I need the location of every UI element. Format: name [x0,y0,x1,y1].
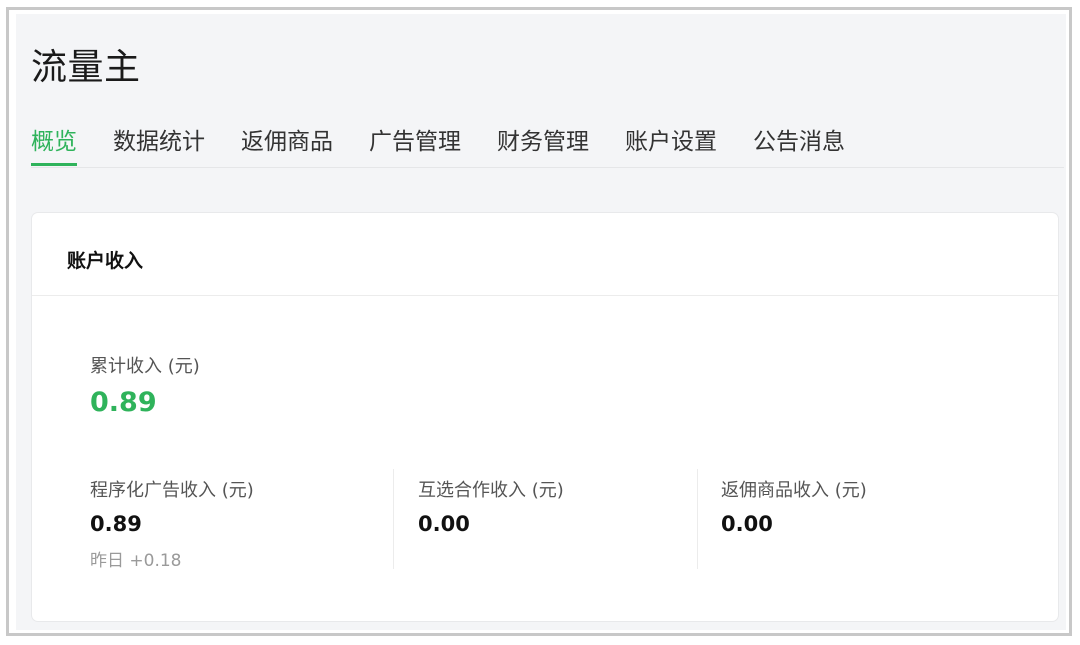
tab-ad-management[interactable]: 广告管理 [369,122,461,166]
tab-announcements-label: 公告消息 [753,129,845,155]
total-income-label: 累计收入 (元) [90,356,200,377]
tab-commission-products-label: 返佣商品 [241,129,333,155]
metric-label: 程序化广告收入 (元) [90,480,254,501]
tab-finance-management-label: 财务管理 [497,129,589,155]
tab-finance-management[interactable]: 财务管理 [497,122,589,166]
tab-overview[interactable]: 概览 [31,122,77,166]
metric-label: 互选合作收入 (元) [418,480,564,501]
metric-divider [393,469,394,569]
card-header: 账户收入 [32,213,1058,296]
tab-data-statistics-label: 数据统计 [113,129,205,155]
commission-product-income: 返佣商品收入 (元) 0.00 [721,476,867,536]
tab-commission-products[interactable]: 返佣商品 [241,122,333,166]
mutual-selection-income: 互选合作收入 (元) 0.00 [418,476,564,536]
tab-account-settings[interactable]: 账户设置 [625,122,717,166]
metric-label: 返佣商品收入 (元) [721,480,867,501]
app-title: 流量主 [31,47,141,88]
programmatic-ad-income: 程序化广告收入 (元) 0.89 昨日 +0.18 [90,476,254,571]
metric-value: 0.89 [90,512,142,536]
total-income-value: 0.89 [90,387,157,418]
tab-bar: 概览 数据统计 返佣商品 广告管理 财务管理 账户设置 公告消息 [31,122,1064,168]
active-tab-indicator [31,163,77,166]
tab-data-statistics[interactable]: 数据统计 [113,122,205,166]
metric-value: 0.00 [418,512,470,536]
metric-divider [697,469,698,569]
card-title: 账户收入 [67,250,144,272]
tab-overview-label: 概览 [31,129,77,155]
tab-ad-management-label: 广告管理 [369,129,461,155]
account-income-card: 账户收入 累计收入 (元) 0.89 程序化广告收入 (元) 0.89 昨日 +… [32,213,1058,621]
metric-value: 0.00 [721,512,773,536]
yesterday-change: 昨日 +0.18 [90,551,182,571]
tab-account-settings-label: 账户设置 [625,129,717,155]
tab-announcements[interactable]: 公告消息 [753,122,845,166]
